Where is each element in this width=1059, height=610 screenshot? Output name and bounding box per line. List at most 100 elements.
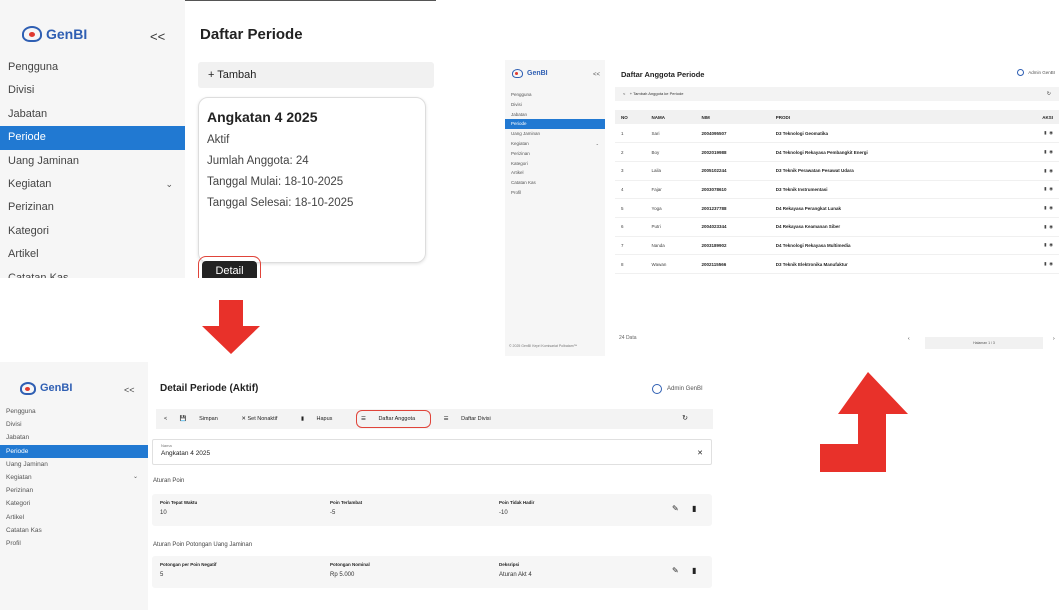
trash-icon[interactable]: ▮ — [1044, 149, 1046, 154]
sidebar-item-artikel[interactable]: Artikel — [505, 168, 605, 178]
col-header: Poin Tidak Hadir — [499, 500, 535, 505]
view-icon[interactable]: ◉ — [1049, 149, 1053, 154]
chevron-down-icon[interactable]: ⌄ — [596, 139, 599, 149]
admin-menu[interactable]: Admin GenBI — [1017, 69, 1055, 76]
name-field-value: Angkatan 4 2025 — [161, 450, 211, 457]
trash-icon[interactable]: ▮ — [692, 504, 696, 513]
trash-icon[interactable]: ▮ — [1044, 205, 1046, 210]
admin-menu[interactable]: Admin GenBI — [652, 384, 703, 394]
back-icon[interactable]: < — [164, 416, 167, 422]
view-icon[interactable]: ◉ — [1049, 224, 1053, 229]
brand-name: GenBI — [40, 382, 73, 394]
sidebar-item-periode[interactable]: Periode — [0, 444, 148, 458]
table-row: 2 Boy 2002019988 D4 Teknologi Rekayasa Pemb… — [615, 142, 1059, 162]
add-period-button[interactable]: + Tambah — [198, 62, 434, 88]
sidebar-item-divisi[interactable]: Divisi — [505, 100, 605, 110]
sidebar-item-label: Jabatan — [8, 107, 48, 120]
sidebar-item-pengguna[interactable]: Pengguna — [0, 56, 185, 79]
edit-icon[interactable]: ✎ — [672, 566, 679, 575]
next-page-icon[interactable]: › — [1053, 336, 1055, 342]
sidebar-item-pengguna[interactable]: Pengguna — [0, 405, 148, 418]
sidebar-item-divisi[interactable]: Divisi — [0, 79, 185, 102]
sidebar-item-uang-jaminan[interactable]: Uang Jaminan — [505, 129, 605, 139]
sidebar-item-uang-jaminan[interactable]: Uang Jaminan — [0, 458, 148, 471]
sidebar-item-profil[interactable]: Profil — [0, 537, 148, 550]
sidebar-item-label: Catatan Kas — [8, 271, 69, 278]
view-icon[interactable]: ◉ — [1049, 168, 1053, 173]
add-member-button[interactable]: + Tambah Anggota ke Periode — [630, 91, 684, 96]
view-icon[interactable]: ◉ — [1049, 130, 1053, 135]
refresh-icon[interactable]: ↻ — [682, 409, 688, 429]
sidebar-item-jabatan[interactable]: Jabatan — [0, 103, 185, 126]
toolbar: < + Tambah Anggota ke Periode ↻ — [615, 87, 1059, 101]
view-icon[interactable]: ◉ — [1049, 205, 1053, 210]
page-title: Detail Periode (Aktif) — [160, 383, 259, 394]
member-list-button[interactable]: ☰ Daftar Anggota — [355, 410, 432, 428]
division-list-button[interactable]: ☰ Daftar Divisi — [444, 416, 502, 422]
trash-icon[interactable]: ▮ — [1044, 242, 1046, 247]
back-icon[interactable]: < — [623, 91, 625, 96]
member-nim: 2004095507 — [695, 124, 770, 144]
row-actions: ▮ ◉ — [1004, 217, 1059, 237]
sidebar-item-catatan-kas[interactable]: Catatan Kas — [0, 524, 148, 537]
sidebar-item-kategori[interactable]: Kategori — [505, 159, 605, 169]
start-date: Tanggal Mulai: 18-10-2025 — [207, 176, 344, 188]
sidebar-item-label: Profil — [511, 189, 522, 195]
collapse-sidebar-icon[interactable]: << — [124, 385, 135, 395]
sidebar-item-periode[interactable]: Periode — [0, 126, 185, 150]
trash-icon[interactable]: ▮ — [1044, 261, 1046, 266]
view-icon[interactable]: ◉ — [1049, 242, 1053, 247]
sidebar-item-jabatan[interactable]: Jabatan — [505, 110, 605, 120]
sidebar-item-pengguna[interactable]: Pengguna — [505, 90, 605, 100]
member-prodi: D4 Rekayasa Keamanan Siber — [769, 217, 1005, 237]
save-button[interactable]: 💾 Simpan — [180, 416, 229, 422]
sidebar-item-periode[interactable]: Periode — [505, 119, 605, 130]
chevron-down-icon[interactable]: ⌄ — [165, 173, 173, 196]
sidebar-item-kategori[interactable]: Kategori — [0, 497, 148, 510]
detail-button[interactable]: Detail — [202, 261, 257, 278]
set-inactive-label: Set Nonaktif — [247, 416, 278, 422]
view-icon[interactable]: ◉ — [1049, 186, 1053, 191]
trash-icon[interactable]: ▮ — [1044, 130, 1046, 135]
sidebar-item-label: Jabatan — [511, 111, 528, 117]
sidebar-item-artikel[interactable]: Artikel — [0, 511, 148, 524]
collapse-sidebar-icon[interactable]: << — [593, 72, 600, 78]
sidebar-item-kegiatan[interactable]: Kegiatan ⌄ — [0, 471, 148, 484]
sidebar-item-perizinan[interactable]: Perizinan — [0, 484, 148, 497]
set-inactive-button[interactable]: ✕ Set Nonaktif — [241, 416, 288, 422]
sidebar-item-perizinan[interactable]: Perizinan — [505, 149, 605, 159]
sidebar-item-catatan-kas[interactable]: Catatan Kas — [0, 267, 185, 278]
delete-button[interactable]: ▮ Hapus — [301, 416, 343, 422]
sidebar-item-kegiatan[interactable]: Kegiatan ⌄ — [0, 173, 185, 196]
period-members-screen: GenBI << Pengguna Divisi Jabatan Periode Uan… — [505, 60, 1059, 356]
sidebar-item-artikel[interactable]: Artikel — [0, 243, 185, 266]
collapse-sidebar-icon[interactable]: << — [150, 29, 165, 44]
row-actions: ▮ ◉ — [1004, 180, 1059, 200]
sidebar-menu: Pengguna Divisi Jabatan Periode Uang Jaminan… — [505, 90, 605, 198]
chevron-down-icon[interactable]: ⌄ — [133, 471, 138, 484]
table-row: 3 Laila 2005102244 D3 Teknik Perawatan Pesa… — [615, 161, 1059, 181]
sidebar-item-perizinan[interactable]: Perizinan — [0, 196, 185, 219]
member-prodi: D3 Teknik Perawatan Pesawat Udara — [769, 161, 1005, 181]
edit-icon[interactable]: ✎ — [672, 504, 679, 513]
sidebar-item-catatan-kas[interactable]: Catatan Kas — [505, 178, 605, 188]
clear-icon[interactable]: ✕ — [697, 449, 703, 457]
trash-icon[interactable]: ▮ — [1044, 186, 1046, 191]
sidebar-item-profil[interactable]: Profil — [505, 188, 605, 198]
prev-page-icon[interactable]: ‹ — [908, 336, 910, 342]
trash-icon[interactable]: ▮ — [1044, 224, 1046, 229]
view-icon[interactable]: ◉ — [1049, 261, 1053, 266]
refresh-icon[interactable]: ↻ — [1047, 87, 1051, 101]
trash-icon[interactable]: ▮ — [1044, 168, 1046, 173]
admin-name: Admin GenBI — [1028, 70, 1055, 75]
name-field[interactable]: Nama Angkatan 4 2025 ✕ — [152, 439, 712, 465]
sidebar-item-divisi[interactable]: Divisi — [0, 418, 148, 431]
sidebar-item-uang-jaminan[interactable]: Uang Jaminan — [0, 150, 185, 173]
sidebar-item-kategori[interactable]: Kategori — [0, 220, 185, 243]
delete-label: Hapus — [316, 416, 333, 422]
member-name: Yoga — [645, 198, 696, 218]
member-nim: 2005102244 — [695, 161, 770, 181]
trash-icon[interactable]: ▮ — [692, 566, 696, 575]
sidebar-item-jabatan[interactable]: Jabatan — [0, 431, 148, 444]
sidebar-item-kegiatan[interactable]: Kegiatan ⌄ — [505, 139, 605, 149]
